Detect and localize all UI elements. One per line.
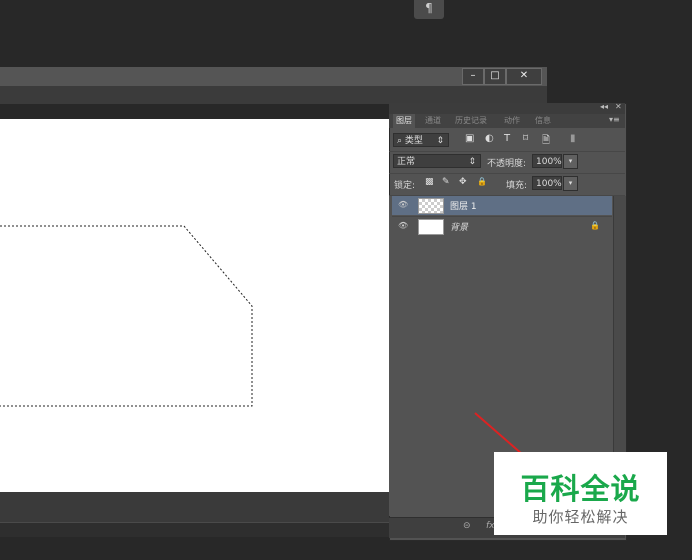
watermark-logo: 百科全说 助你轻松解决 <box>494 452 667 535</box>
fill-input[interactable]: 100% <box>532 176 562 190</box>
tab-channels[interactable]: 通道 <box>425 115 441 126</box>
tab-actions[interactable]: 动作 <box>504 115 520 126</box>
watermark-subtitle: 助你轻松解决 <box>532 508 629 526</box>
opacity-dropdown-button[interactable]: ▾ <box>563 154 578 169</box>
pixel-filter-icon[interactable]: ▣ <box>465 133 474 144</box>
layer-name: 图层 1 <box>450 202 477 212</box>
adjustment-filter-icon[interactable]: ◐ <box>485 133 494 144</box>
layer-name: 背景 <box>450 223 469 233</box>
panel-top-strip: ◂◂ ✕ <box>389 102 625 114</box>
fill-label: 填充: <box>506 181 528 191</box>
blend-mode-value: 正常 <box>397 157 416 167</box>
dropdown-arrow-icon: ⇕ <box>436 136 444 146</box>
layer-row[interactable]: 👁 图层 1 <box>392 196 612 215</box>
shape-filter-icon[interactable]: ⌑ <box>523 133 528 144</box>
maximize-icon: □ <box>490 70 500 81</box>
paragraph-icon: ¶ <box>425 1 433 15</box>
maximize-button[interactable]: □ <box>484 68 506 85</box>
collapse-panel-icon[interactable]: ◂◂ <box>600 102 608 111</box>
opacity-value: 100% <box>536 157 562 167</box>
tab-layers[interactable]: 图层 <box>393 114 415 128</box>
link-layers-icon[interactable]: ⊝ <box>463 521 471 531</box>
dropdown-arrow-icon: ⇕ <box>468 157 476 167</box>
filter-toggle-icon[interactable]: ▮ <box>570 133 576 144</box>
layer-lock-icon: 🔒 <box>590 221 600 230</box>
panel-menu-icon[interactable]: ▾≡ <box>609 115 620 124</box>
blend-row: 正常 ⇕ 不透明度: 100% ▾ <box>389 151 625 174</box>
paragraph-panel-button[interactable]: ¶ <box>414 0 444 19</box>
visibility-eye-icon[interactable]: 👁 <box>398 221 408 230</box>
close-button[interactable]: ✕ <box>506 68 542 85</box>
close-panel-icon[interactable]: ✕ <box>615 102 622 111</box>
document-toolbar <box>0 86 547 104</box>
opacity-label: 不透明度: <box>487 159 527 169</box>
fill-value: 100% <box>536 179 562 189</box>
lock-transparent-icon[interactable]: ▩ <box>425 177 434 187</box>
panel-tabs: 图层 通道 历史记录 动作 信息 ▾≡ <box>389 114 625 128</box>
lock-label: 锁定: <box>394 181 416 191</box>
document-canvas[interactable] <box>0 119 389 492</box>
annotation-arrow <box>474 412 523 455</box>
visibility-eye-icon[interactable]: 👁 <box>398 200 408 209</box>
layer-row[interactable]: 👁 背景 🔒 <box>392 216 612 236</box>
minimize-button[interactable]: – <box>462 68 484 85</box>
selection-marquee <box>0 225 253 407</box>
watermark-title: 百科全说 <box>520 472 641 506</box>
lock-position-icon[interactable]: ✥ <box>459 177 467 187</box>
fill-dropdown-button[interactable]: ▾ <box>563 176 578 191</box>
layer-thumbnail <box>418 198 444 214</box>
minimize-icon: – <box>470 70 476 81</box>
smart-object-filter-icon[interactable]: 🗎 <box>542 133 550 150</box>
lock-row: 锁定: ▩ ✎ ✥ 🔒 填充: 100% ▾ <box>389 173 625 196</box>
filter-kind-dropdown[interactable]: ⌕ 类型 ⇕ <box>393 133 449 147</box>
search-icon: ⌕ <box>397 136 403 146</box>
blend-mode-dropdown[interactable]: 正常 ⇕ <box>393 154 481 168</box>
opacity-input[interactable]: 100% <box>532 154 562 168</box>
layer-thumbnail <box>418 219 444 235</box>
filter-kind-label: 类型 <box>404 136 423 146</box>
tab-history[interactable]: 历史记录 <box>455 115 487 126</box>
tab-info[interactable]: 信息 <box>535 115 551 126</box>
close-icon: ✕ <box>519 70 529 81</box>
lock-all-icon[interactable]: 🔒 <box>477 177 487 186</box>
filter-row: ⌕ 类型 ⇕ ▣ ◐ T ⌑ 🗎 ▮ <box>389 129 625 152</box>
lock-image-icon[interactable]: ✎ <box>442 177 450 187</box>
type-filter-icon[interactable]: T <box>504 133 510 144</box>
